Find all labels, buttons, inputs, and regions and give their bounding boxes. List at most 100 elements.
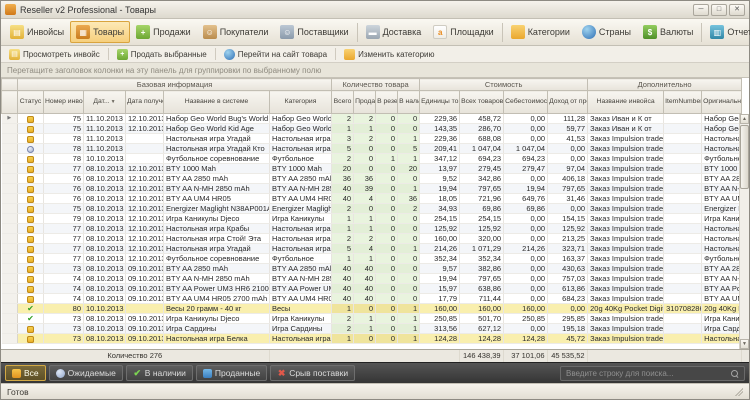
table-row[interactable]: 78 10.10.2013 Футбольное соревнование Футбо…: [1, 153, 743, 164]
table-row[interactable]: 77 08.10.2013 12.10.2013 BTY 1000 Mah BTY 10…: [1, 163, 743, 174]
resize-grip[interactable]: [734, 387, 743, 396]
close-button[interactable]: ✕: [729, 3, 745, 16]
cell: 160,00: [503, 303, 549, 315]
cell: 0,00: [547, 153, 589, 164]
cell: 229,36: [419, 133, 461, 144]
filter-all-button[interactable]: Все: [5, 365, 46, 381]
countries-icon: [581, 25, 596, 39]
cell: [663, 213, 703, 224]
action-view-invoice-button[interactable]: Просмотреть инвойс: [5, 47, 104, 62]
status-cell: [17, 113, 44, 124]
cell: Заказ Impulsion trade Co.: [587, 193, 665, 204]
toolbar-tab-categories[interactable]: Категории: [505, 21, 576, 43]
cell: 09.10.2013: [125, 313, 164, 325]
maximize-button[interactable]: □: [711, 3, 727, 16]
cell: 08.10.2013: [83, 323, 126, 335]
table-row[interactable]: 77 08.10.2013 12.10.2013 Футбольное соревно…: [1, 253, 743, 264]
filter-failed-button[interactable]: Срыв поставки: [270, 365, 356, 381]
filter-expected-button[interactable]: Ожидаемые: [48, 365, 123, 381]
table-row[interactable]: 74 08.10.2013 09.10.2013 BTY AA UM4 HR05 27…: [1, 293, 743, 304]
grid-group-header[interactable]: Стоимость: [419, 78, 589, 91]
grid-col-header[interactable]: Оригинальное...: [701, 90, 743, 114]
toolbar-tab-marketplaces[interactable]: Площадки: [427, 21, 499, 43]
totals-all-goods-sum: 146 438,39: [459, 350, 504, 362]
thumbs-up-icon: [27, 195, 34, 203]
grid-group-header[interactable]: Дополнительно: [587, 78, 743, 91]
table-row[interactable]: 73 08.10.2013 09.10.2013 Игра Сардины Игра С…: [1, 323, 743, 335]
table-row[interactable]: 74 08.10.2013 09.10.2013 BTY AA N-MH 2850 m…: [1, 273, 743, 284]
scrollbar-thumb[interactable]: [740, 125, 749, 189]
toolbar-tab-delivery[interactable]: Доставка: [360, 21, 428, 43]
row-indicator: [1, 153, 18, 164]
table-row[interactable]: 73 08.10.2013 09.10.2013 BTY AA 2850 mAh BTY…: [1, 263, 743, 274]
table-row[interactable]: 74 08.10.2013 09.10.2013 BTY AA Power UM3 H…: [1, 283, 743, 294]
table-row[interactable]: 77 08.10.2013 12.10.2013 Настольная игра Ст…: [1, 233, 743, 244]
cell: Набор Geo World: [269, 113, 333, 124]
table-row[interactable]: 78 11.10.2013 Настольная игра Угадай Настол…: [1, 133, 743, 144]
grid-col-header[interactable]: Категория: [268, 90, 333, 114]
cell: BTY AA 2850 mAh: [269, 263, 333, 274]
grid-col-header[interactable]: Название в системе: [163, 90, 270, 114]
grid-col-header[interactable]: ItemNumber(SKU): [663, 90, 703, 114]
grid-col-header[interactable]: Всего: [331, 90, 355, 114]
cell: 711,44: [459, 293, 505, 304]
scroll-up-icon[interactable]: ▲: [740, 114, 749, 124]
cell: 40: [353, 283, 377, 294]
table-row[interactable]: 77 08.10.2013 12.10.2013 Настольная игра Уг…: [1, 243, 743, 254]
toolbar-tab-buyers[interactable]: Покупатели: [197, 21, 275, 43]
toolbar-tab-invoices[interactable]: Инвойсы: [4, 21, 70, 43]
toolbar-tab-sales[interactable]: Продажи: [130, 21, 197, 43]
table-row[interactable]: 76 08.10.2013 12.10.2013 BTY AA UM4 HR05 BTY…: [1, 193, 743, 204]
thumbs-up-icon: [27, 335, 34, 343]
toolbar-tab-currencies[interactable]: Валюты: [637, 21, 699, 43]
action-change-category-button[interactable]: Изменить категорию: [340, 47, 438, 62]
table-row[interactable]: 79 08.10.2013 12.10.2013 Игра Каникулы Djec…: [1, 213, 743, 224]
grid-col-header[interactable]: Дат...▼: [83, 90, 126, 114]
table-row[interactable]: 75 08.10.2013 12.10.2013 Energizer Maglight…: [1, 203, 743, 214]
grid-col-header[interactable]: Продано: [353, 90, 377, 114]
filter-sold-button[interactable]: Проданные: [195, 365, 268, 381]
filter-instock-button[interactable]: В наличии: [125, 365, 193, 381]
row-indicator: [1, 243, 18, 254]
table-row[interactable]: 76 08.10.2013 12.10.2013 BTY AA N-MH 2850 m…: [1, 183, 743, 194]
grid-col-header[interactable]: В наличии: [397, 90, 421, 114]
scrollbar-track[interactable]: [740, 124, 749, 339]
table-row[interactable]: 76 08.10.2013 12.10.2013 BTY AA 2850 mAh BTY…: [1, 173, 743, 184]
minimize-button[interactable]: ─: [693, 3, 709, 16]
grid-group-header[interactable]: Количество товара: [331, 78, 421, 91]
toolbar-tab-countries[interactable]: Страны: [576, 21, 637, 43]
grid-col-header[interactable]: Доход от продаж: [547, 90, 589, 114]
vertical-scrollbar[interactable]: ▲ ▼: [739, 114, 749, 349]
action-sell-selected-button[interactable]: Продать выбранные: [113, 47, 211, 62]
table-row[interactable]: 78 11.10.2013 Настольная игра Угадай Кто На…: [1, 143, 743, 154]
search-input[interactable]: [566, 368, 727, 378]
table-row[interactable]: ✔ 73 08.10.2013 09.10.2013 Игра Каникулы Dje…: [1, 313, 743, 325]
search-box[interactable]: [560, 365, 745, 381]
cell: 0,00: [503, 273, 549, 284]
table-row[interactable]: ▶ 75 11.10.2013 12.10.2013 Набор Geo World B…: [1, 113, 743, 124]
grid-col-indicator: [1, 90, 18, 114]
cell: 1: [353, 253, 377, 264]
grid-col-header[interactable]: Дата получения: [125, 90, 164, 114]
group-by-panel[interactable]: Перетащите заголовок колонки на эту пане…: [1, 63, 749, 78]
toolbar-tab-reports[interactable]: Отчеты: [704, 21, 750, 43]
toolbar-tab-products[interactable]: Товары: [70, 21, 131, 43]
cell: 09.10.2013: [125, 333, 164, 345]
grid-col-header[interactable]: Статус: [17, 90, 44, 114]
grid-col-header[interactable]: Название инвойса: [587, 90, 665, 114]
table-row[interactable]: ✔ 80 10.10.2013 Весы 20 грамм - 40 кг Весы 1 0…: [1, 303, 743, 315]
table-row[interactable]: 73 08.10.2013 09.10.2013 Настольная игра Бе…: [1, 333, 743, 345]
grid-col-header[interactable]: Всех товаров, UAH: [459, 90, 505, 114]
grid-group-header[interactable]: Базовая информация: [16, 78, 333, 91]
sold-filter-icon: [202, 368, 212, 378]
scroll-down-icon[interactable]: ▼: [740, 339, 749, 349]
cell: 1: [375, 153, 399, 164]
toolbar-tab-suppliers[interactable]: Поставщики: [274, 21, 354, 43]
grid-col-header[interactable]: Себестоимость остатка: [503, 90, 549, 114]
action-goto-product-site-button[interactable]: Перейти на сайт товара: [220, 47, 331, 62]
table-row[interactable]: 75 11.10.2013 12.10.2013 Набор Geo World Ki…: [1, 123, 743, 134]
grid-col-header[interactable]: Единицы товара, UAH: [419, 90, 461, 114]
table-row[interactable]: 77 08.10.2013 12.10.2013 Настольная игра Кр…: [1, 223, 743, 234]
grid-col-header[interactable]: Номер инвойса: [43, 90, 84, 114]
grid-col-header[interactable]: В резерве: [375, 90, 399, 114]
